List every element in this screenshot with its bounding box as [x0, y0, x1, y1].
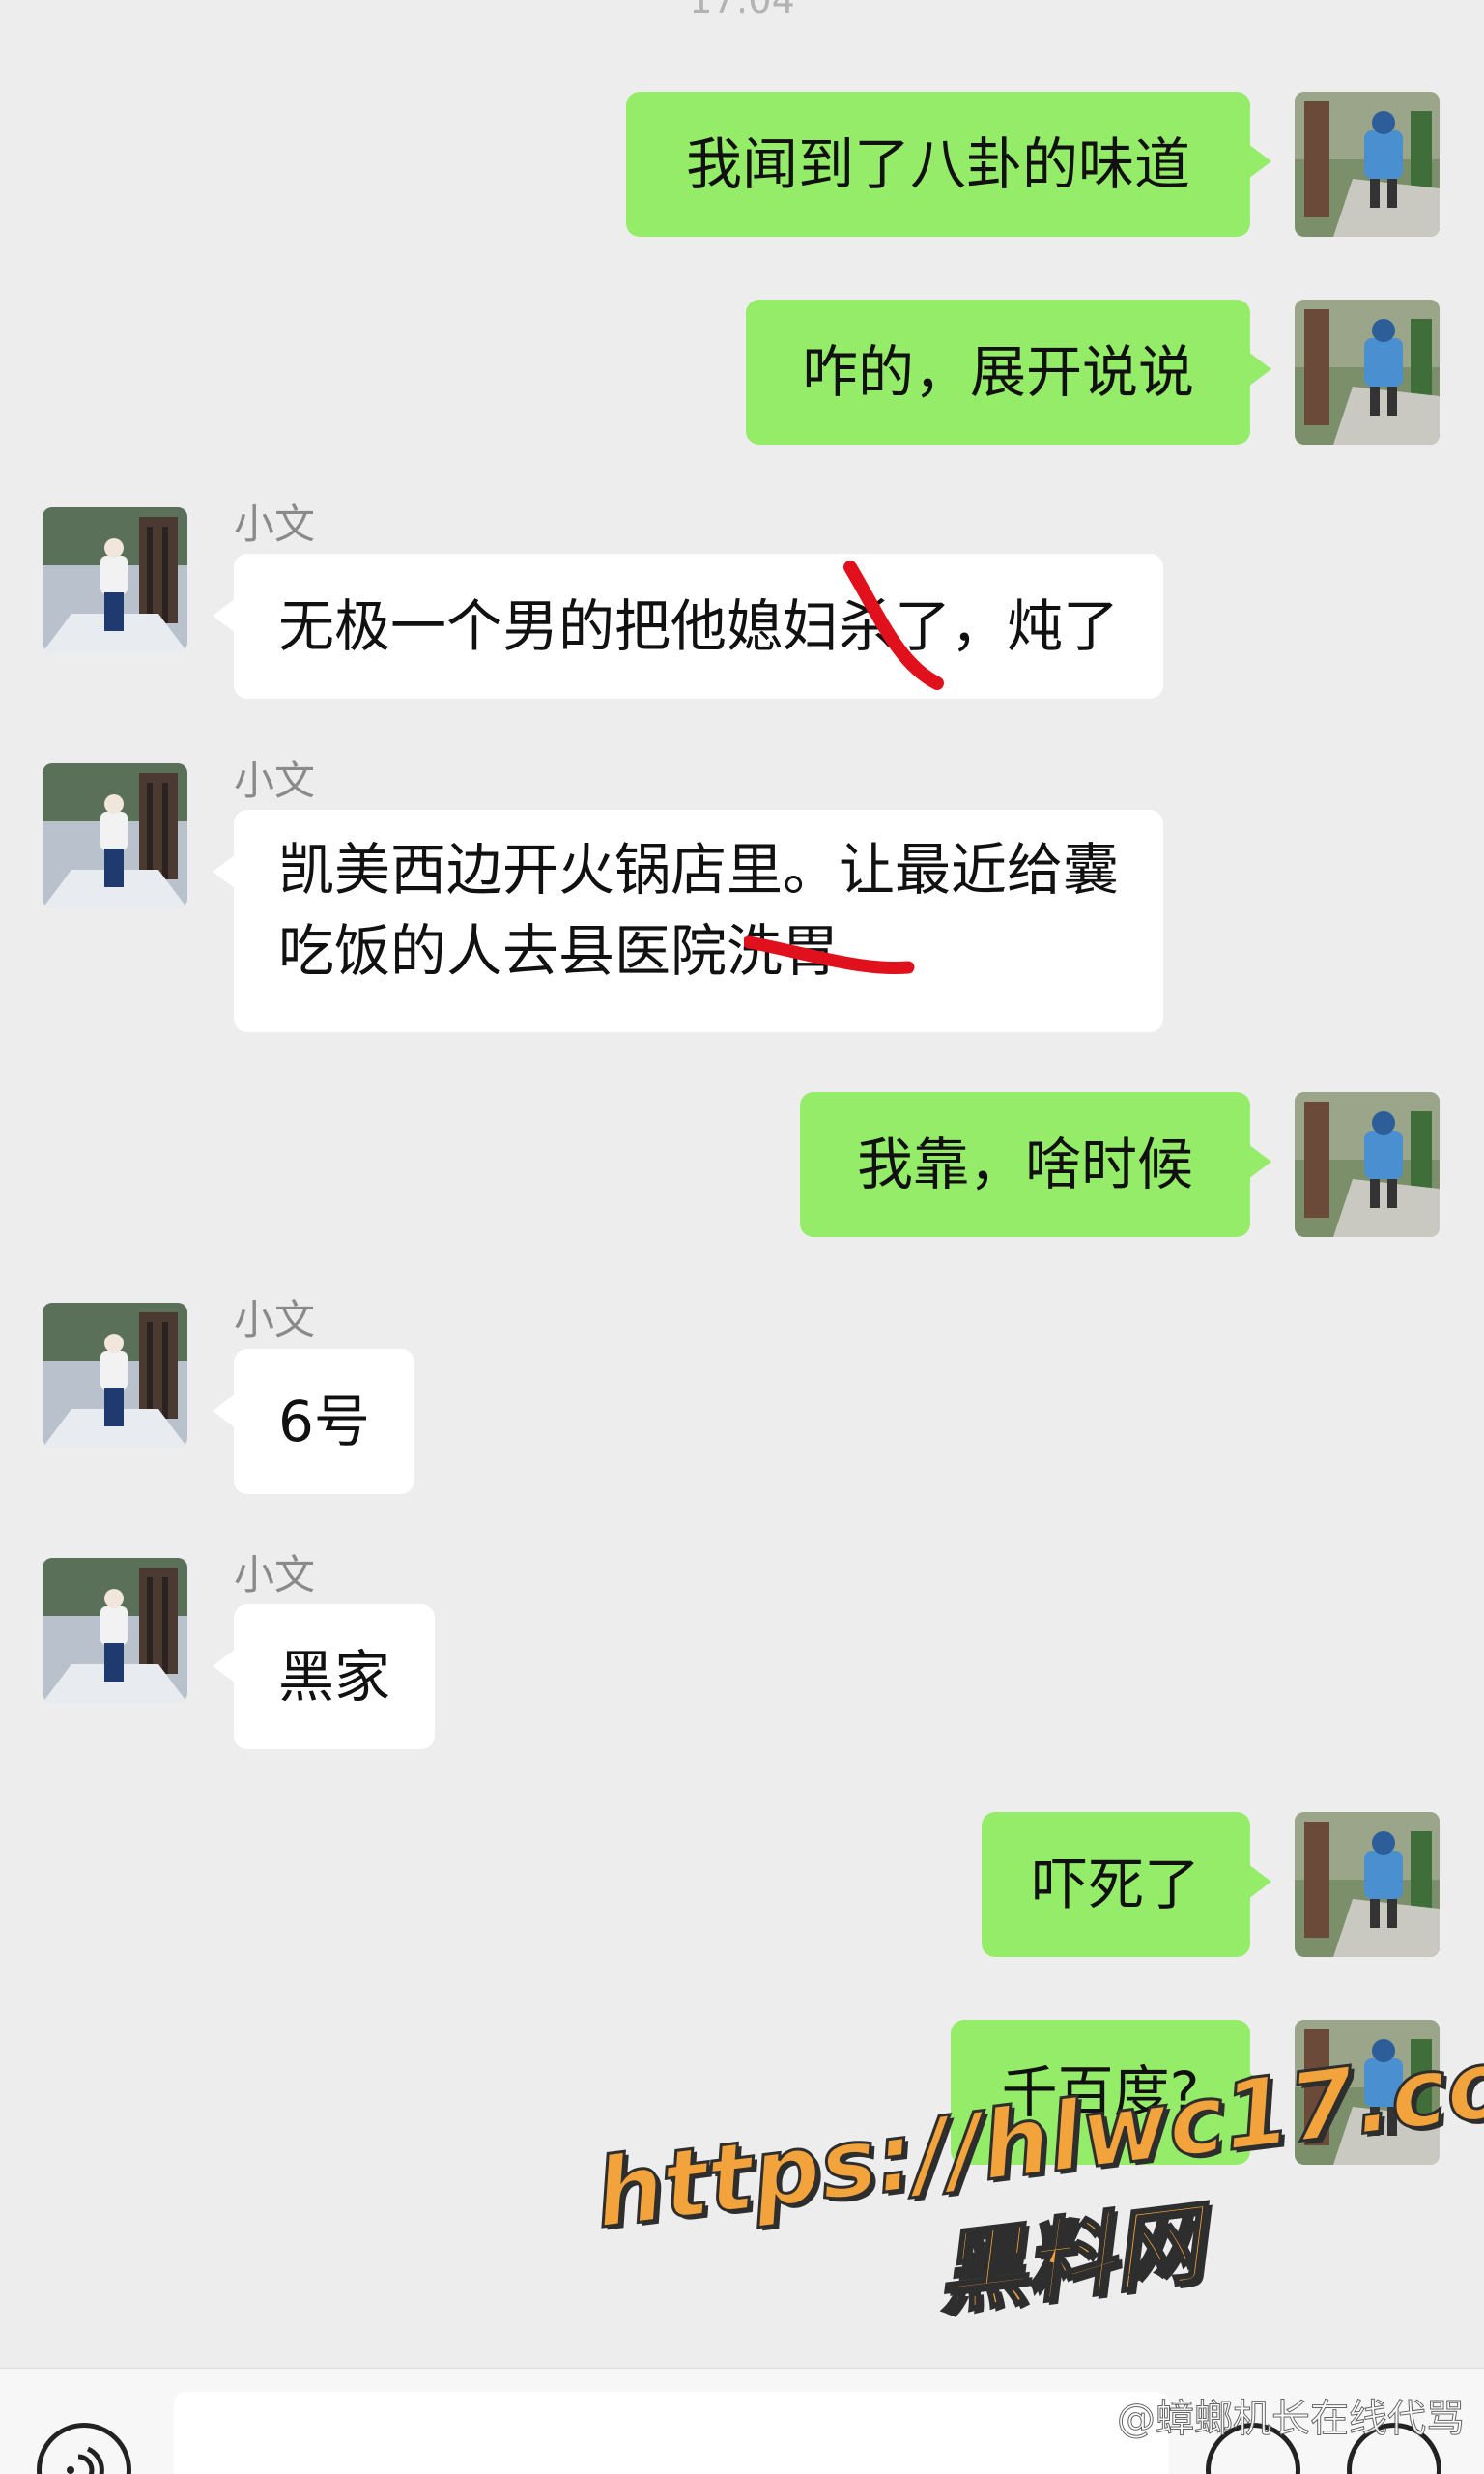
contact-avatar[interactable]: [43, 507, 187, 652]
message-text: 咋的，展开说说: [801, 339, 1194, 405]
voice-icon[interactable]: [37, 2423, 131, 2474]
contact-avatar[interactable]: [43, 1558, 187, 1703]
message-timestamp: 17:04: [689, 0, 795, 21]
sender-name: 小文: [234, 757, 316, 804]
message-input[interactable]: [174, 2392, 1169, 2474]
message-text: 无极一个男的把他媳妇杀了，炖了: [278, 593, 1120, 659]
contact-message-bubble[interactable]: 黑家: [212, 1604, 436, 1749]
my-avatar[interactable]: [1295, 92, 1440, 237]
my-message-bubble[interactable]: 我闻到了八卦的味道: [626, 92, 1271, 237]
message-text: 吓死了: [1031, 1852, 1200, 1917]
message-text: 我靠，啥时候: [856, 1132, 1193, 1197]
site-watermark: https://hlwc17.com 黑料网: [588, 2015, 1484, 2409]
message-text-line: 吃饭的人去县医院洗胃: [278, 918, 840, 984]
my-message-bubble[interactable]: 我靠，啥时候: [800, 1092, 1271, 1237]
weibo-watermark: @蟑螂机长在线代骂: [1117, 2397, 1466, 2442]
contact-message-bubble[interactable]: 6号: [213, 1349, 414, 1494]
my-avatar[interactable]: [1295, 1092, 1440, 1237]
my-message-bubble[interactable]: 吓死了: [982, 1812, 1271, 1957]
my-avatar[interactable]: [1295, 1812, 1440, 1957]
contact-avatar[interactable]: [43, 1303, 187, 1448]
contact-avatar[interactable]: [43, 763, 187, 908]
contact-message-bubble[interactable]: 无极一个男的把他媳妇杀了，炖了: [212, 554, 1164, 699]
sender-name: 小文: [234, 501, 316, 548]
my-message-bubble[interactable]: 咋的，展开说说: [746, 300, 1271, 445]
my-avatar[interactable]: [1295, 300, 1440, 445]
sender-name: 小文: [234, 1296, 316, 1343]
message-text: 黑家: [278, 1644, 391, 1710]
chat-screen: 17:04 我闻到了八卦的味道 咋的，展开说说 小文 无极一个男的把他媳妇杀了，…: [0, 0, 1484, 2474]
message-text: 我闻到了八卦的味道: [685, 131, 1190, 197]
sender-name: 小文: [234, 1551, 316, 1598]
message-text-line: 凯美西边开火锅店里。让最近给囊: [278, 837, 1120, 903]
message-text: 6号: [278, 1389, 370, 1454]
contact-message-bubble[interactable]: 凯美西边开火锅店里。让最近给囊 吃饭的人去县医院洗胃: [212, 810, 1164, 1032]
